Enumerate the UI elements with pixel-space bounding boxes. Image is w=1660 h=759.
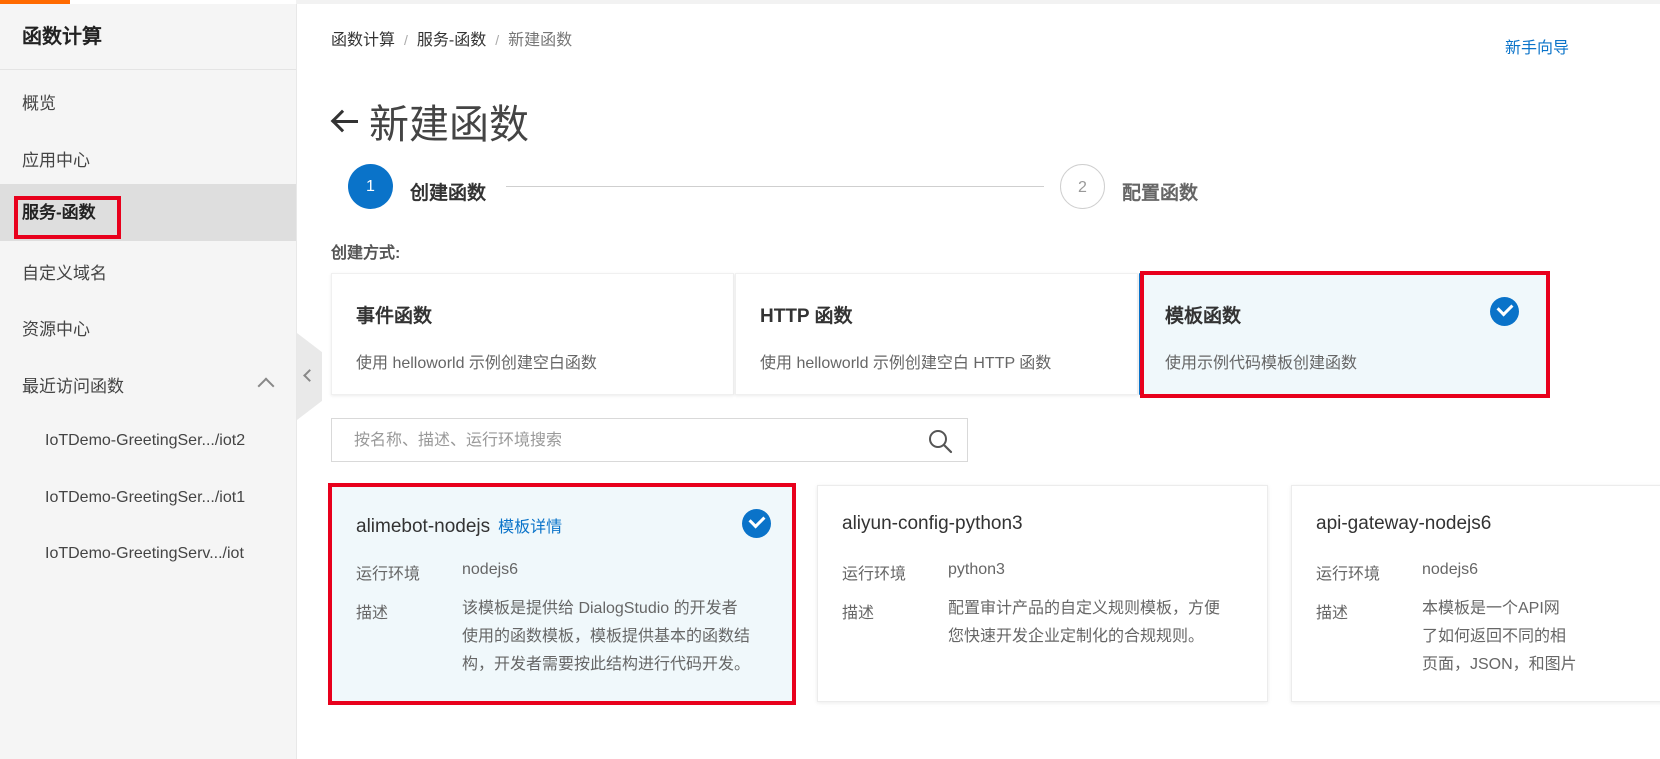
step-1-indicator: 1 <box>348 164 393 209</box>
search-icon[interactable] <box>927 428 953 454</box>
breadcrumb-item[interactable]: 服务-函数 <box>417 32 486 49</box>
http-function-card[interactable]: HTTP 函数 使用 helloworld 示例创建空白 HTTP 函数 <box>735 273 1138 395</box>
recent-function-item[interactable]: IoTDemo-GreetingSer.../iot1 <box>0 469 296 526</box>
breadcrumb-item[interactable]: 函数计算 <box>331 32 395 49</box>
chevron-left-icon <box>303 369 316 382</box>
card-title: 事件函数 <box>356 306 433 327</box>
sidebar-item-overview[interactable]: 概览 <box>0 75 296 132</box>
recent-function-item[interactable]: IoTDemo-GreetingServ.../iot <box>0 525 296 582</box>
description-value: 本模板是一个API网 了如何返回不同的相 页面，JSON，和图片 <box>1422 600 1577 673</box>
search-input[interactable] <box>354 429 914 453</box>
template-name: aliyun-config-python3 <box>842 513 1023 534</box>
template-function-card[interactable]: 模板函数 使用示例代码模板创建函数 <box>1139 271 1550 398</box>
template-card-alimebot-nodejs[interactable]: alimebot-nodejs 模板详情 运行环境 nodejs6 描述 该模板是… <box>328 483 796 705</box>
description-label: 描述 <box>1316 605 1349 622</box>
card-description: 使用 helloworld 示例创建空白 HTTP 函数 <box>760 355 1052 372</box>
page-header: 新建函数 <box>331 92 529 150</box>
sidebar-item-resource-center[interactable]: 资源中心 <box>0 301 296 358</box>
card-title: HTTP 函数 <box>760 306 853 327</box>
breadcrumb-separator: / <box>404 32 408 48</box>
highlight-box <box>328 483 796 705</box>
event-function-card[interactable]: 事件函数 使用 helloworld 示例创建空白函数 <box>331 273 734 395</box>
template-search <box>331 418 968 462</box>
breadcrumb: 函数计算 / 服务-函数 / 新建函数 <box>331 26 572 50</box>
recent-function-item[interactable]: IoTDemo-GreetingSer.../iot2 <box>0 412 296 469</box>
description-label: 描述 <box>842 605 875 622</box>
runtime-label: 运行环境 <box>1316 566 1381 583</box>
card-description: 使用 helloworld 示例创建空白函数 <box>356 355 597 372</box>
runtime-label: 运行环境 <box>842 566 907 583</box>
sidebar-item-custom-domain[interactable]: 自定义域名 <box>0 245 296 302</box>
runtime-value: nodejs6 <box>1422 561 1479 578</box>
template-card-aliyun-config-python3[interactable]: aliyun-config-python3 运行环境 python3 描述 配置… <box>817 485 1268 702</box>
chevron-up-icon <box>257 377 275 395</box>
page-title: 新建函数 <box>369 103 529 147</box>
sidebar-item-recent-functions[interactable]: 最近访问函数 <box>0 358 296 415</box>
runtime-value: python3 <box>948 561 1005 578</box>
beginner-guide-link[interactable]: 新手向导 <box>1505 34 1569 58</box>
description-value: 配置审计产品的自定义规则模板，方便 您快速开发企业定制化的合规规则。 <box>948 600 1221 645</box>
sidebar-title: 函数计算 <box>0 4 296 70</box>
breadcrumb-current: 新建函数 <box>508 32 573 49</box>
step-connector <box>506 186 1044 187</box>
step-2-label: 配置函数 <box>1122 183 1199 204</box>
template-card-api-gateway-nodejs6[interactable]: api-gateway-nodejs6 运行环境 nodejs6 描述 本模板是… <box>1291 485 1660 702</box>
sidebar-collapse-toggle[interactable] <box>297 333 322 420</box>
step-1-label: 创建函数 <box>410 183 487 204</box>
breadcrumb-separator: / <box>495 32 500 48</box>
top-divider <box>296 0 1660 4</box>
sidebar-item-service-function[interactable]: 服务-函数 <box>0 184 296 241</box>
highlight-box <box>14 196 121 239</box>
create-mode-label: 创建方式: <box>331 245 401 262</box>
sidebar-item-label: 最近访问函数 <box>22 377 124 396</box>
template-name: api-gateway-nodejs6 <box>1316 513 1492 534</box>
sidebar: 函数计算 概览 应用中心 服务-函数 自定义域名 资源中心 最近访问函数 IoT… <box>0 4 297 759</box>
highlight-box <box>1140 271 1550 398</box>
sidebar-item-app-center[interactable]: 应用中心 <box>0 132 296 189</box>
step-2-indicator: 2 <box>1060 164 1105 209</box>
back-arrow-icon[interactable] <box>331 109 359 133</box>
